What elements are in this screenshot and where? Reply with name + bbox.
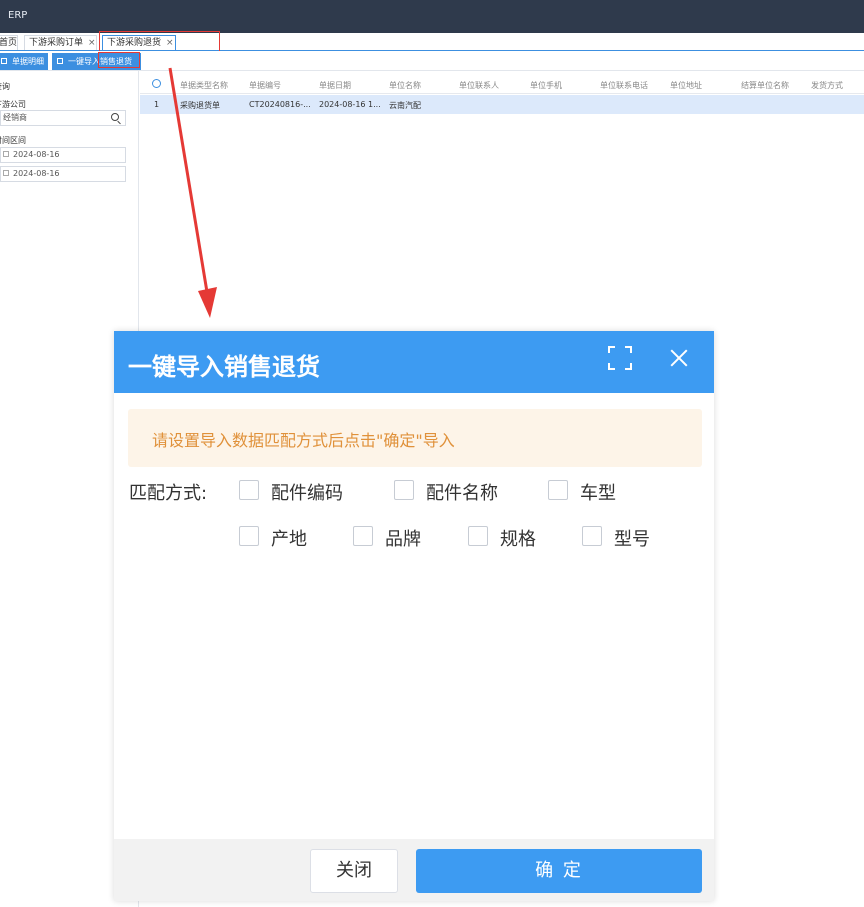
- confirm-button[interactable]: 确 定: [416, 849, 702, 893]
- cell-type: 采购退货单: [180, 101, 220, 110]
- tab-purchase-order-label: 下游采购订单: [29, 38, 84, 48]
- tab-purchase-order[interactable]: 下游采购订单 ×: [24, 35, 97, 50]
- checkbox[interactable]: [548, 480, 568, 500]
- option-label: 配件名称: [426, 483, 498, 504]
- date-range-label: 时间区间: [0, 136, 26, 145]
- match-mode-label: 匹配方式:: [129, 483, 208, 504]
- erp-screen: ERP 首页 下游采购订单× 下游采购退货× 单据明细 一键导入销售退货 查询 …: [0, 0, 864, 907]
- top-bar: ERP: [0, 0, 864, 33]
- toolbar: 单据明细 一键导入销售退货: [0, 51, 864, 71]
- dialog-title: 一键导入销售退货: [128, 353, 320, 381]
- company-search-input[interactable]: 经销商: [0, 110, 126, 126]
- tab-bar: 首页 下游采购订单 × 下游采购退货 ×: [0, 33, 864, 51]
- search-icon[interactable]: [111, 113, 119, 121]
- cell-number: CT20240816-...: [249, 100, 311, 109]
- checkbox[interactable]: [239, 480, 259, 500]
- option-label: 型号: [614, 529, 650, 550]
- list-icon: [1, 57, 7, 64]
- column-header[interactable]: 单据日期: [319, 80, 351, 91]
- column-header[interactable]: 单位名称: [389, 80, 421, 91]
- column-header[interactable]: 结算单位名称: [741, 80, 789, 91]
- column-header[interactable]: 单位手机: [530, 80, 562, 91]
- dialog-tip: 请设置导入数据匹配方式后点击"确定"导入: [128, 409, 702, 467]
- calendar-icon: [3, 169, 9, 176]
- checkbox[interactable]: [394, 480, 414, 500]
- option-label: 配件编码: [271, 483, 343, 504]
- company-label: 下游公司: [0, 100, 26, 109]
- filter-section-title: 查询: [0, 82, 10, 91]
- column-header[interactable]: 单位地址: [670, 80, 702, 91]
- import-sales-return-button[interactable]: 一键导入销售退货: [52, 53, 141, 70]
- gear-icon[interactable]: [152, 79, 161, 88]
- tab-purchase-return[interactable]: 下游采购退货 ×: [102, 35, 176, 50]
- arrow-head: [198, 287, 217, 318]
- detail-button[interactable]: 单据明细: [0, 53, 48, 70]
- checkbox[interactable]: [468, 526, 488, 546]
- option-label: 产地: [271, 529, 307, 550]
- column-header[interactable]: 单位联系电话: [600, 80, 648, 91]
- close-icon[interactable]: [669, 348, 689, 368]
- tab-close-icon[interactable]: ×: [166, 38, 174, 48]
- dialog-footer: 关闭 确 定: [114, 839, 714, 901]
- column-header[interactable]: 单据编号: [249, 80, 281, 91]
- tab-home-label: 首页: [0, 38, 18, 48]
- cell-date: 2024-08-16 1...: [319, 100, 381, 109]
- dialog-tip-text: 请设置导入数据匹配方式后点击"确定"导入: [152, 431, 455, 450]
- import-button-prefix: 一键导入: [68, 57, 100, 66]
- close-button[interactable]: 关闭: [310, 849, 398, 893]
- date-to-value: 2024-08-16: [13, 169, 60, 178]
- calendar-icon: [3, 150, 9, 157]
- column-header[interactable]: 单位联系人: [459, 80, 499, 91]
- column-header[interactable]: 单据类型名称: [180, 80, 228, 91]
- checkbox[interactable]: [239, 526, 259, 546]
- detail-button-label: 单据明细: [12, 57, 44, 66]
- company-value: 经销商: [3, 113, 27, 122]
- tab-home[interactable]: 首页: [0, 35, 18, 50]
- tab-purchase-return-label: 下游采购退货: [107, 38, 162, 48]
- cell-unit: 云南汽配: [389, 101, 421, 110]
- grid-header: 单据类型名称 单据编号 单据日期 单位名称 单位联系人 单位手机 单位联系电话 …: [140, 75, 864, 94]
- table-row[interactable]: 1 采购退货单 CT20240816-... 2024-08-16 1... 云…: [140, 95, 864, 114]
- option-label: 品牌: [385, 529, 421, 550]
- import-button-highlight: 销售退货: [100, 57, 132, 66]
- tab-close-icon[interactable]: ×: [88, 38, 96, 48]
- maximize-icon[interactable]: [608, 346, 632, 370]
- option-label: 规格: [500, 529, 536, 550]
- date-from-value: 2024-08-16: [13, 150, 60, 159]
- column-header[interactable]: 发货方式: [811, 80, 843, 91]
- dialog-header: 一键导入销售退货: [114, 331, 714, 393]
- document-icon: [57, 57, 63, 64]
- option-label: 车型: [580, 483, 616, 504]
- app-title: ERP: [8, 10, 28, 21]
- import-dialog: 一键导入销售退货 请设置导入数据匹配方式后点击"确定"导入 匹配方式: 配件编码…: [114, 331, 714, 901]
- row-index: 1: [154, 100, 160, 109]
- checkbox[interactable]: [353, 526, 373, 546]
- date-to-input[interactable]: 2024-08-16: [0, 166, 126, 182]
- date-from-input[interactable]: 2024-08-16: [0, 147, 126, 163]
- checkbox[interactable]: [582, 526, 602, 546]
